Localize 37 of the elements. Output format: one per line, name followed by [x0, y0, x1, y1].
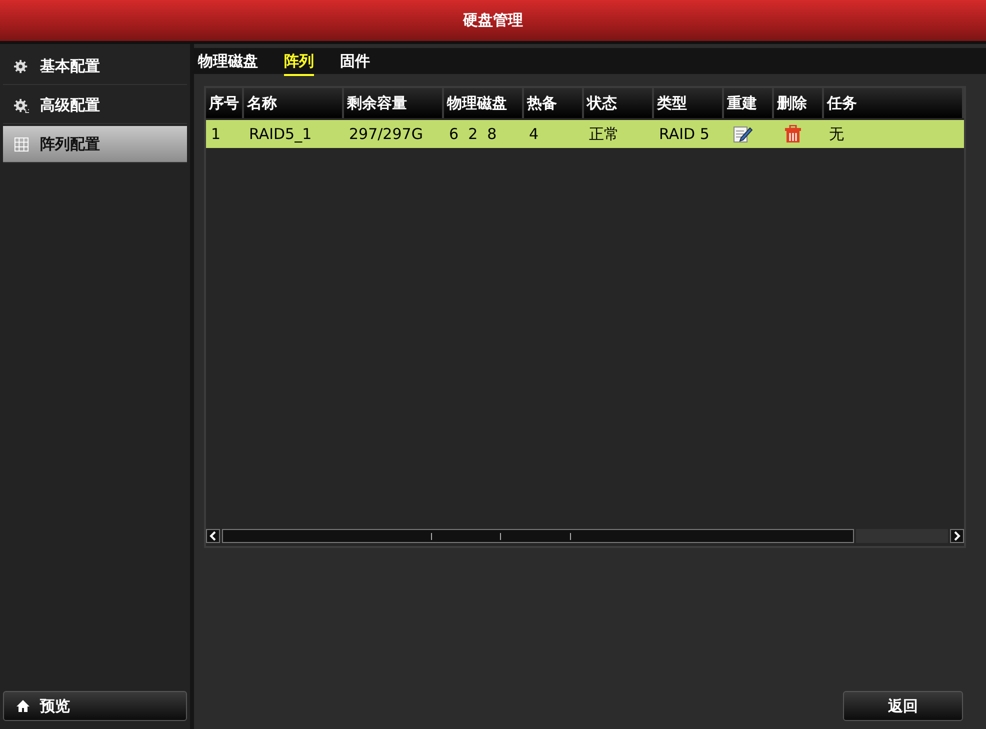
- home-icon: [16, 699, 30, 713]
- column-header: 重建: [724, 88, 774, 118]
- column-header: 热备: [524, 88, 584, 118]
- column-header: 删除: [774, 88, 824, 118]
- preview-button[interactable]: 预览: [3, 691, 187, 721]
- table-cell: 297/297G: [349, 125, 423, 143]
- tab[interactable]: 物理磁盘: [198, 52, 258, 74]
- grid-icon: [13, 136, 30, 152]
- back-button[interactable]: 返回: [843, 691, 963, 721]
- column-header: 任务: [824, 88, 964, 118]
- trash-icon[interactable]: [783, 125, 803, 143]
- tab[interactable]: 固件: [340, 52, 370, 74]
- table-cell: RAID5_1: [249, 125, 312, 143]
- gear-icon: [13, 98, 30, 112]
- column-header: 状态: [584, 88, 654, 118]
- column-header: 物理磁盘: [444, 88, 524, 118]
- column-header: 剩余容量: [344, 88, 444, 118]
- column-header: 名称: [244, 88, 344, 118]
- gear-icon: [13, 58, 30, 74]
- sidebar-item[interactable]: 高级配置: [3, 87, 187, 124]
- table-cell: 4: [529, 125, 539, 143]
- scroll-left-icon[interactable]: [206, 529, 220, 543]
- table-cell: 1: [211, 125, 221, 143]
- table-cell: RAID 5: [659, 125, 710, 143]
- column-header: 类型: [654, 88, 724, 118]
- table-cell: 6 2 8: [449, 125, 497, 143]
- sidebar-item[interactable]: 阵列配置: [3, 126, 187, 163]
- window-title: 硬盘管理: [463, 11, 523, 30]
- table-row[interactable]: 1 RAID5_1 297/297G 6 2 8 4 正常 RAID 5 无: [206, 120, 964, 148]
- sidebar-item[interactable]: 基本配置: [3, 48, 187, 85]
- table-cell: 无: [829, 124, 844, 144]
- table-cell: 正常: [589, 124, 619, 144]
- edit-icon[interactable]: [733, 125, 753, 143]
- column-header: 序号: [206, 88, 244, 118]
- horizontal-scrollbar[interactable]: [206, 528, 964, 546]
- tab[interactable]: 阵列: [284, 52, 314, 76]
- scroll-right-icon[interactable]: [950, 529, 964, 543]
